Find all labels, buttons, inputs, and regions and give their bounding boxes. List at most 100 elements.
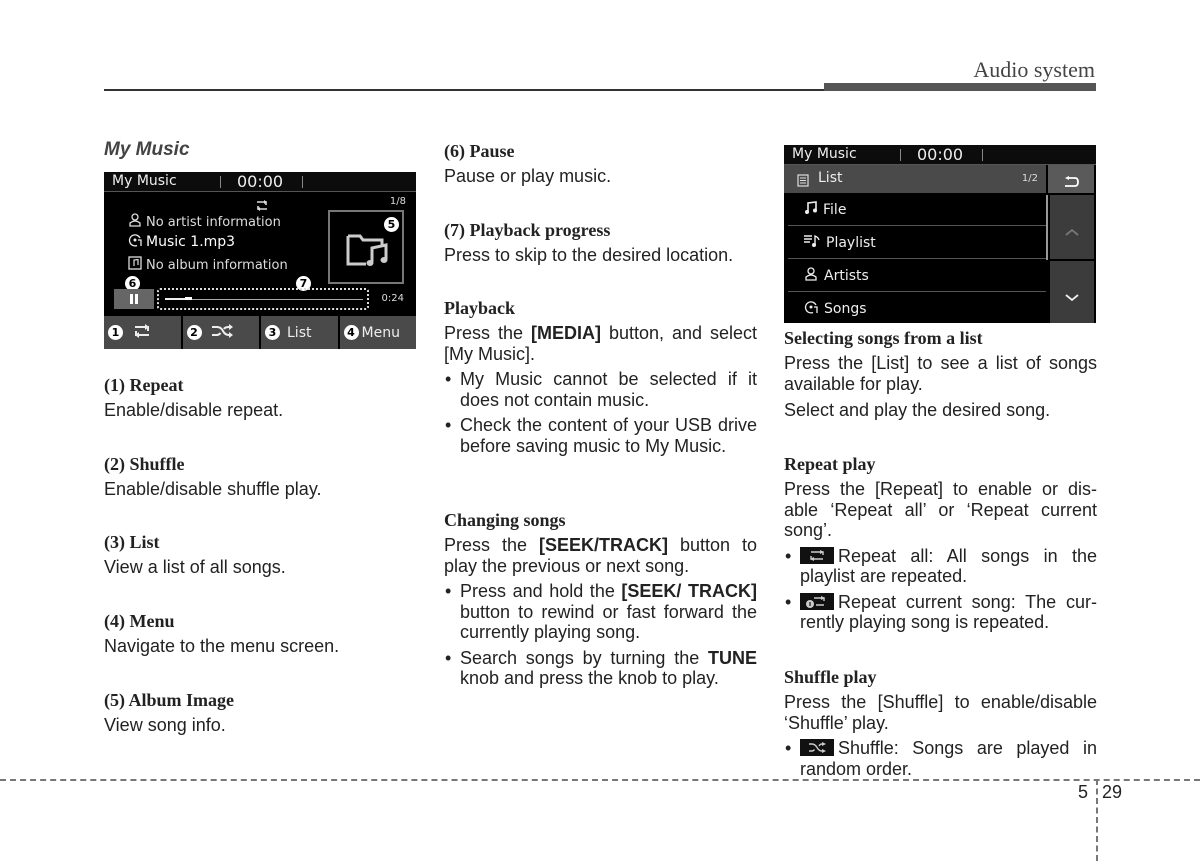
item-heading: (3) List bbox=[104, 532, 160, 552]
elapsed-time: 0:24 bbox=[381, 293, 404, 304]
item-heading: (2) Shuffle bbox=[104, 454, 185, 474]
back-button[interactable] bbox=[1048, 165, 1094, 193]
header-rule-accent bbox=[824, 83, 1096, 91]
section-text: Press the [SEEK/TRACK] button to play th… bbox=[444, 535, 757, 576]
section-heading: Repeat play bbox=[784, 454, 876, 474]
menu-button[interactable]: 4 Menu bbox=[339, 316, 416, 349]
song-row: Music 1.mp3 bbox=[128, 233, 235, 251]
list-label: List bbox=[818, 170, 843, 186]
section-text: Press the [List] to see a list of songs … bbox=[784, 353, 1097, 394]
text-run: Press the bbox=[444, 323, 531, 343]
bullet: Repeat all: All songs in the playlist ar… bbox=[784, 546, 1097, 587]
shuffle-play-section: Shuffle play Press the [Shuffle] to enab… bbox=[784, 665, 1097, 779]
bullet: Press and hold the [SEEK/ TRACK] button … bbox=[444, 581, 757, 643]
menu-button-label: Menu bbox=[361, 324, 400, 341]
changing-songs-section: Changing songs Press the [SEEK/TRACK] bu… bbox=[444, 508, 757, 689]
item-playback-progress: (7) Playback progress Press to skip to t… bbox=[444, 218, 757, 266]
song-disc-icon bbox=[804, 300, 818, 318]
item-heading: (6) Pause bbox=[444, 141, 515, 161]
footer-divider bbox=[1096, 779, 1098, 861]
list-button[interactable]: 3 List bbox=[261, 316, 340, 349]
item-heading: (7) Playback progress bbox=[444, 220, 611, 240]
callout-2: 2 bbox=[186, 325, 202, 340]
callout-4: 4 bbox=[343, 325, 359, 340]
divider bbox=[302, 176, 303, 188]
section-text: Press the [Repeat] to enable or dis-able… bbox=[784, 479, 1097, 540]
list-item-label: Songs bbox=[824, 301, 867, 317]
list-icon bbox=[797, 172, 809, 191]
album-image[interactable]: 5 bbox=[328, 210, 404, 284]
repeat-one-icon bbox=[800, 592, 834, 610]
item-text: Press to skip to the desired location. bbox=[444, 245, 734, 265]
list-screen: My Music 00:00 List 1/2 File Playlist Ar… bbox=[784, 145, 1096, 323]
section-text: Select and play the desired song. bbox=[784, 400, 1051, 420]
item-heading: (5) Album Image bbox=[104, 690, 234, 710]
section-heading: Shuffle play bbox=[784, 667, 877, 687]
text-run: Press and hold the bbox=[460, 581, 622, 601]
clock: 00:00 bbox=[917, 145, 964, 164]
repeat-button[interactable]: 1 bbox=[104, 316, 183, 349]
callout-3: 3 bbox=[265, 325, 280, 340]
list-item-file[interactable]: File bbox=[788, 194, 1046, 226]
list-item-songs[interactable]: Songs bbox=[788, 293, 1046, 323]
playback-progress[interactable] bbox=[157, 288, 369, 310]
section-text: Press the [Shuffle] to enable/disable ‘S… bbox=[784, 692, 1097, 733]
playlist-icon bbox=[804, 234, 820, 251]
seek-track-ref: [SEEK/TRACK] bbox=[538, 535, 668, 555]
tune-knob-ref: TUNE bbox=[708, 647, 757, 668]
scroll-up-button[interactable] bbox=[1050, 195, 1094, 259]
playback-section: Playback Press the [MEDIA] button, and s… bbox=[444, 296, 757, 456]
album-row: No album information bbox=[128, 256, 288, 274]
progress-thumb[interactable] bbox=[185, 297, 192, 300]
divider bbox=[982, 149, 983, 161]
divider bbox=[900, 149, 901, 161]
divider bbox=[220, 176, 221, 188]
scrollbar[interactable] bbox=[1046, 195, 1048, 260]
chevron-down-icon bbox=[1065, 287, 1079, 306]
shuffle-button[interactable]: 2 bbox=[182, 316, 261, 349]
item-text: Navigate to the menu screen. bbox=[104, 636, 340, 656]
bullet-text: Shuffle: Songs are played in random orde… bbox=[800, 738, 1097, 779]
scroll-down-button[interactable] bbox=[1050, 261, 1094, 323]
album-icon bbox=[128, 256, 142, 274]
bullet: Shuffle: Songs are played in random orde… bbox=[784, 738, 1097, 779]
section-heading: Playback bbox=[444, 298, 516, 318]
item-list: (3) List View a list of all songs. bbox=[104, 530, 417, 578]
bullet: Repeat current song: The cur-rently play… bbox=[784, 592, 1097, 633]
shuffle-icon bbox=[211, 323, 233, 342]
clock: 00:00 bbox=[237, 172, 284, 191]
artist-icon bbox=[804, 266, 818, 285]
item-text: View song info. bbox=[104, 715, 226, 735]
item-album-image: (5) Album Image View song info. bbox=[104, 688, 417, 736]
text-run: Search songs by turning the bbox=[460, 647, 708, 668]
list-button-label: List bbox=[287, 324, 312, 341]
text-run: Press the bbox=[444, 535, 539, 555]
bullet: Check the content of your USB drive befo… bbox=[444, 415, 757, 456]
status-bar: My Music 00:00 bbox=[784, 145, 1096, 165]
item-repeat: (1) Repeat Enable/disable repeat. bbox=[104, 373, 417, 421]
text-run: knob and press the knob to play. bbox=[460, 668, 719, 688]
repeat-all-icon bbox=[800, 546, 834, 564]
item-text: View a list of all songs. bbox=[104, 557, 286, 577]
track-count: 1/8 bbox=[389, 196, 406, 207]
item-text: Pause or play music. bbox=[444, 166, 612, 186]
header-rule bbox=[104, 89, 826, 91]
list-item-playlist[interactable]: Playlist bbox=[788, 227, 1046, 259]
screen-title: My Music bbox=[112, 173, 177, 189]
media-button-ref: [MEDIA] bbox=[530, 323, 601, 343]
section-number: 5 bbox=[1078, 782, 1089, 802]
artist-icon bbox=[128, 213, 142, 231]
bullet-text: Repeat current song: The cur-rently play… bbox=[800, 591, 1097, 633]
list-item-label: File bbox=[823, 201, 847, 218]
status-bar: My Music 00:00 bbox=[104, 172, 416, 192]
section-heading: Selecting songs from a list bbox=[784, 328, 983, 348]
footer-rule bbox=[0, 779, 1200, 781]
album-text: No album information bbox=[146, 257, 288, 273]
section-heading: Changing songs bbox=[444, 510, 566, 530]
pause-button[interactable] bbox=[114, 289, 154, 309]
callout-5: 5 bbox=[384, 217, 399, 232]
list-item-artists[interactable]: Artists bbox=[788, 260, 1046, 292]
section-text: Press the [MEDIA] button, and select [My… bbox=[444, 323, 757, 364]
folder-music-icon bbox=[346, 232, 390, 272]
song-title: Music 1.mp3 bbox=[146, 234, 236, 250]
